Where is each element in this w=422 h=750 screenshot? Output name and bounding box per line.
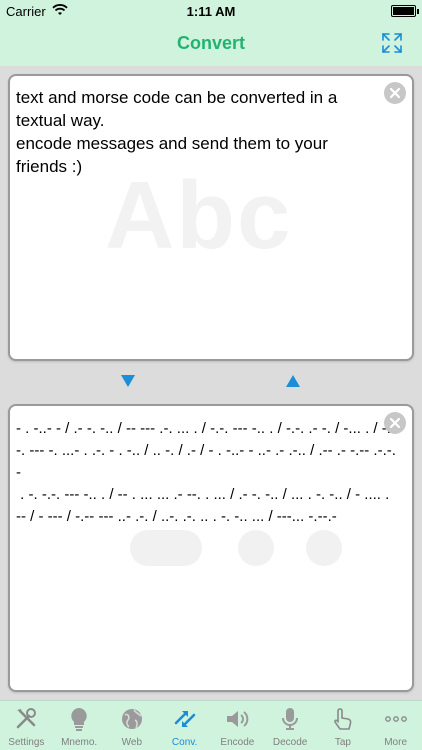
tools-icon <box>17 708 37 729</box>
tab-label: Encode <box>220 737 255 748</box>
input-text[interactable]: text and morse code can be converted in … <box>16 86 378 178</box>
nav-bar: Convert <box>0 22 422 66</box>
tab-conv[interactable]: Conv. <box>158 701 211 750</box>
convert-icon <box>174 711 195 727</box>
convert-up-arrow-icon[interactable] <box>286 375 300 387</box>
convert-down-arrow-icon[interactable] <box>121 375 135 387</box>
tab-mnemo[interactable]: Mnemo. <box>53 701 106 750</box>
tab-label: Web <box>121 737 143 748</box>
hand-tap-icon <box>333 708 352 730</box>
tab-label: Settings <box>8 737 45 748</box>
tab-label: More <box>384 737 408 748</box>
text-input-area[interactable]: Abc text and morse code can be converted… <box>8 74 414 361</box>
clear-output-button[interactable] <box>384 412 406 434</box>
tab-encode[interactable]: Encode <box>211 701 264 750</box>
tab-settings[interactable]: Settings <box>0 701 53 750</box>
tab-more[interactable]: More <box>369 701 422 750</box>
page-title: Convert <box>176 33 245 53</box>
tab-web[interactable]: Web <box>106 701 159 750</box>
clear-input-button[interactable] <box>384 82 406 104</box>
tab-bar: Settings Mnemo. Web Conv. Encode Decode … <box>0 700 422 750</box>
more-icon <box>384 716 407 722</box>
status-bar: Carrier 1:11 AM <box>0 0 422 22</box>
lightbulb-icon <box>71 708 87 731</box>
tab-label: Tap <box>334 737 351 748</box>
globe-icon <box>121 709 142 729</box>
status-time: 1:11 AM <box>186 4 236 19</box>
battery-icon <box>391 5 419 17</box>
close-icon <box>389 87 401 99</box>
tab-label: Decode <box>272 737 308 748</box>
tab-label: Conv. <box>171 737 198 748</box>
close-icon <box>389 417 401 429</box>
expand-icon[interactable] <box>380 31 404 55</box>
speaker-icon <box>227 711 249 727</box>
tab-decode[interactable]: Decode <box>264 701 317 750</box>
morse-output-area[interactable]: - . -..- - / .- -. -.. / -- --- .-. ... … <box>8 404 414 692</box>
morse-text[interactable]: - . -..- - / .- -. -.. / -- --- .-. ... … <box>16 418 396 528</box>
microphone-icon <box>282 708 299 730</box>
tab-tap[interactable]: Tap <box>317 701 370 750</box>
tab-label: Mnemo. <box>61 737 98 748</box>
